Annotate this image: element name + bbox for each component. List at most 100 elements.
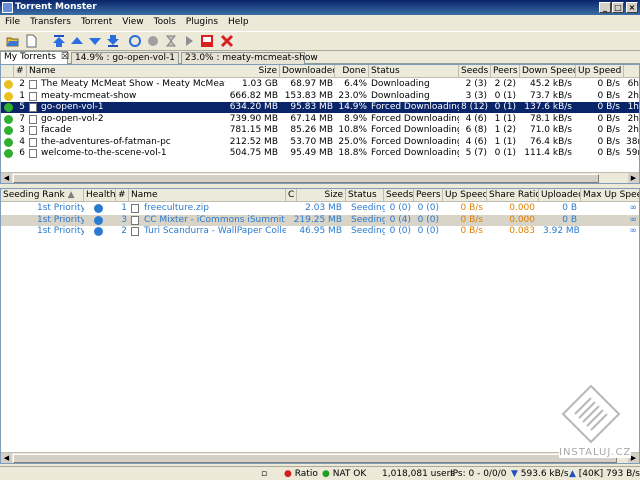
stop-icon[interactable] (146, 34, 160, 48)
refresh-icon[interactable] (128, 34, 142, 48)
header-status[interactable]: Status (346, 189, 384, 201)
cell-status: Forced Downloading (371, 148, 459, 158)
remove-torrent-icon[interactable] (200, 34, 214, 48)
header-eta[interactable] (624, 65, 639, 77)
horizontal-scrollbar[interactable]: ◀ ▶ (1, 172, 639, 183)
header-downloaded[interactable]: Downloaded (280, 65, 335, 77)
torrent-row[interactable]: 5 go-open-vol-1 634.20 MB 95.83 MB 14.9% Forc… (1, 102, 639, 113)
ratio-indicator[interactable]: ● Ratio (284, 469, 318, 480)
header-c[interactable]: C (286, 189, 297, 201)
menu-bar: File Transfers Torrent View Tools Plugin… (0, 15, 640, 30)
file-icon (131, 227, 139, 236)
tab-go-open-vol-1[interactable]: 14.9% : go-open-vol-1 (71, 52, 179, 64)
close-tab-icon[interactable]: ☒ (61, 52, 69, 62)
header-down-speed[interactable]: Down Speed (520, 65, 576, 77)
header-done[interactable]: Done (335, 65, 369, 77)
torrent-row[interactable]: 7 go-open-vol-2 739.90 MB 67.14 MB 8.9% Force… (1, 114, 639, 125)
cell-peers: 0 (1) (494, 148, 516, 158)
cell-rank: 1st Priority (37, 214, 84, 225)
cell-down: 76.4 kB/s (529, 136, 572, 147)
file-icon (131, 204, 139, 213)
header-health[interactable] (1, 65, 14, 77)
upload-speed[interactable]: ▲ [40K] 793 B/s (569, 469, 640, 480)
torrent-row[interactable]: 2 The Meaty McMeat Show - Meaty McMeat 2 … (1, 79, 639, 90)
menu-transfers[interactable]: Transfers (25, 15, 76, 29)
scroll-right-icon[interactable]: ▶ (628, 173, 639, 183)
torrent-row[interactable]: 6 welcome-to-the-scene-vol-1 504.75 MB 95.4… (1, 148, 639, 159)
header-number[interactable]: # (116, 189, 129, 201)
open-folder-icon[interactable] (6, 34, 20, 48)
move-down-icon[interactable] (88, 34, 102, 48)
cell-name: the-adventures-of-fatman-pc (41, 136, 171, 147)
cell-seeds: 3 (3) (465, 90, 487, 101)
cell-done: 14.9% (338, 102, 367, 112)
header-seeds[interactable]: Seeds (384, 189, 414, 201)
delete-icon[interactable] (220, 34, 234, 48)
seeding-row[interactable]: 1st Priority 3 CC Mixter - iCommons iSummi… (1, 214, 639, 226)
cell-up: 0 B/s (597, 125, 620, 135)
header-status[interactable]: Status (369, 65, 459, 77)
cell-eta: 2h (627, 113, 639, 124)
download-speed[interactable]: ▼ 593.6 kB/s (511, 469, 569, 480)
header-peers[interactable]: Peers (491, 65, 520, 77)
menu-file[interactable]: File (0, 15, 25, 29)
menu-plugins[interactable]: Plugins (181, 15, 223, 29)
scroll-left-icon[interactable]: ◀ (1, 173, 12, 183)
cell-status: Downloading (371, 90, 430, 101)
scroll-thumb[interactable] (13, 454, 617, 463)
header-share-ratio[interactable]: Share Ratio (487, 189, 539, 201)
torrent-row[interactable]: 1 meaty-mcmeat-show 666.82 MB 153.83 MB 23.0… (1, 91, 639, 102)
move-top-icon[interactable] (52, 34, 66, 48)
minimize-button[interactable]: _ (599, 2, 611, 13)
header-peers[interactable]: Peers (414, 189, 443, 201)
new-document-icon[interactable] (24, 34, 38, 48)
cell-up: 0 B/s (597, 79, 620, 89)
header-max-up-speed[interactable]: Max Up Speed (581, 189, 639, 201)
torrent-row[interactable]: 4 the-adventures-of-fatman-pc 212.52 MB 53.… (1, 137, 639, 148)
menu-help[interactable]: Help (223, 15, 254, 29)
torrent-row[interactable]: 3 facade 781.15 MB 85.26 MB 10.8% Forced Down… (1, 125, 639, 136)
header-seeding-rank[interactable]: Seeding Rank ▲ (1, 189, 84, 201)
header-up-speed[interactable]: Up Speed (576, 65, 624, 77)
move-up-icon[interactable] (70, 34, 84, 48)
cell-seeds: 4 (6) (465, 113, 487, 124)
header-seeds[interactable]: Seeds (459, 65, 491, 77)
header-size[interactable]: Size (227, 65, 280, 77)
hourglass-icon[interactable] (164, 34, 178, 48)
seeding-row[interactable]: 1st Priority 2 Turi Scandurra - WallPaper … (1, 226, 639, 237)
cell-eta: 59m (626, 148, 639, 158)
maximize-button[interactable]: □ (612, 2, 624, 13)
cell-peers: 0 (0) (417, 226, 439, 236)
tab-my-torrents[interactable]: My Torrents ☒ (0, 51, 69, 65)
cell-size: 739.90 MB (229, 113, 278, 124)
header-uploaded[interactable]: Uploaded (539, 189, 581, 201)
play-icon[interactable] (182, 34, 196, 48)
title-bar: Torrent Monster _ □ × (0, 0, 640, 15)
cell-up: 0 B/s (597, 113, 620, 124)
menu-tools[interactable]: Tools (149, 15, 181, 29)
health-dot-icon (4, 80, 13, 89)
header-name[interactable]: Name (129, 189, 286, 201)
scroll-left-icon[interactable]: ◀ (1, 453, 12, 463)
ips-count: IPs: 0 - 0/0/0 (450, 469, 507, 479)
seeding-row[interactable]: 1st Priority 1 freeculture.zip 2.03 MB Seedi… (1, 203, 639, 214)
cell-eta: 1h (627, 102, 639, 112)
close-button[interactable]: × (626, 2, 638, 13)
header-up-speed[interactable]: Up Speed (443, 189, 487, 201)
scroll-thumb[interactable] (13, 174, 599, 183)
cell-peers: 0 (1) (494, 90, 516, 101)
download-arrow-icon: ▼ (511, 469, 518, 479)
menu-torrent[interactable]: Torrent (76, 15, 117, 29)
health-icon (94, 215, 103, 225)
header-health[interactable]: Health (84, 189, 116, 201)
move-bottom-icon[interactable] (106, 34, 120, 48)
header-rank[interactable]: # (14, 65, 27, 77)
horizontal-scrollbar[interactable]: ◀ ▶ (1, 452, 639, 463)
cell-down: 137.6 kB/s (524, 102, 572, 112)
tab-meaty-mcmeat-show[interactable]: 23.0% : meaty-mcmeat-show (181, 52, 318, 64)
cell-num: 1 (121, 203, 127, 213)
menu-view[interactable]: View (117, 15, 148, 29)
nat-label: NAT OK (332, 469, 367, 479)
nat-indicator[interactable]: ● NAT OK (322, 469, 366, 480)
header-size[interactable]: Size (297, 189, 346, 201)
